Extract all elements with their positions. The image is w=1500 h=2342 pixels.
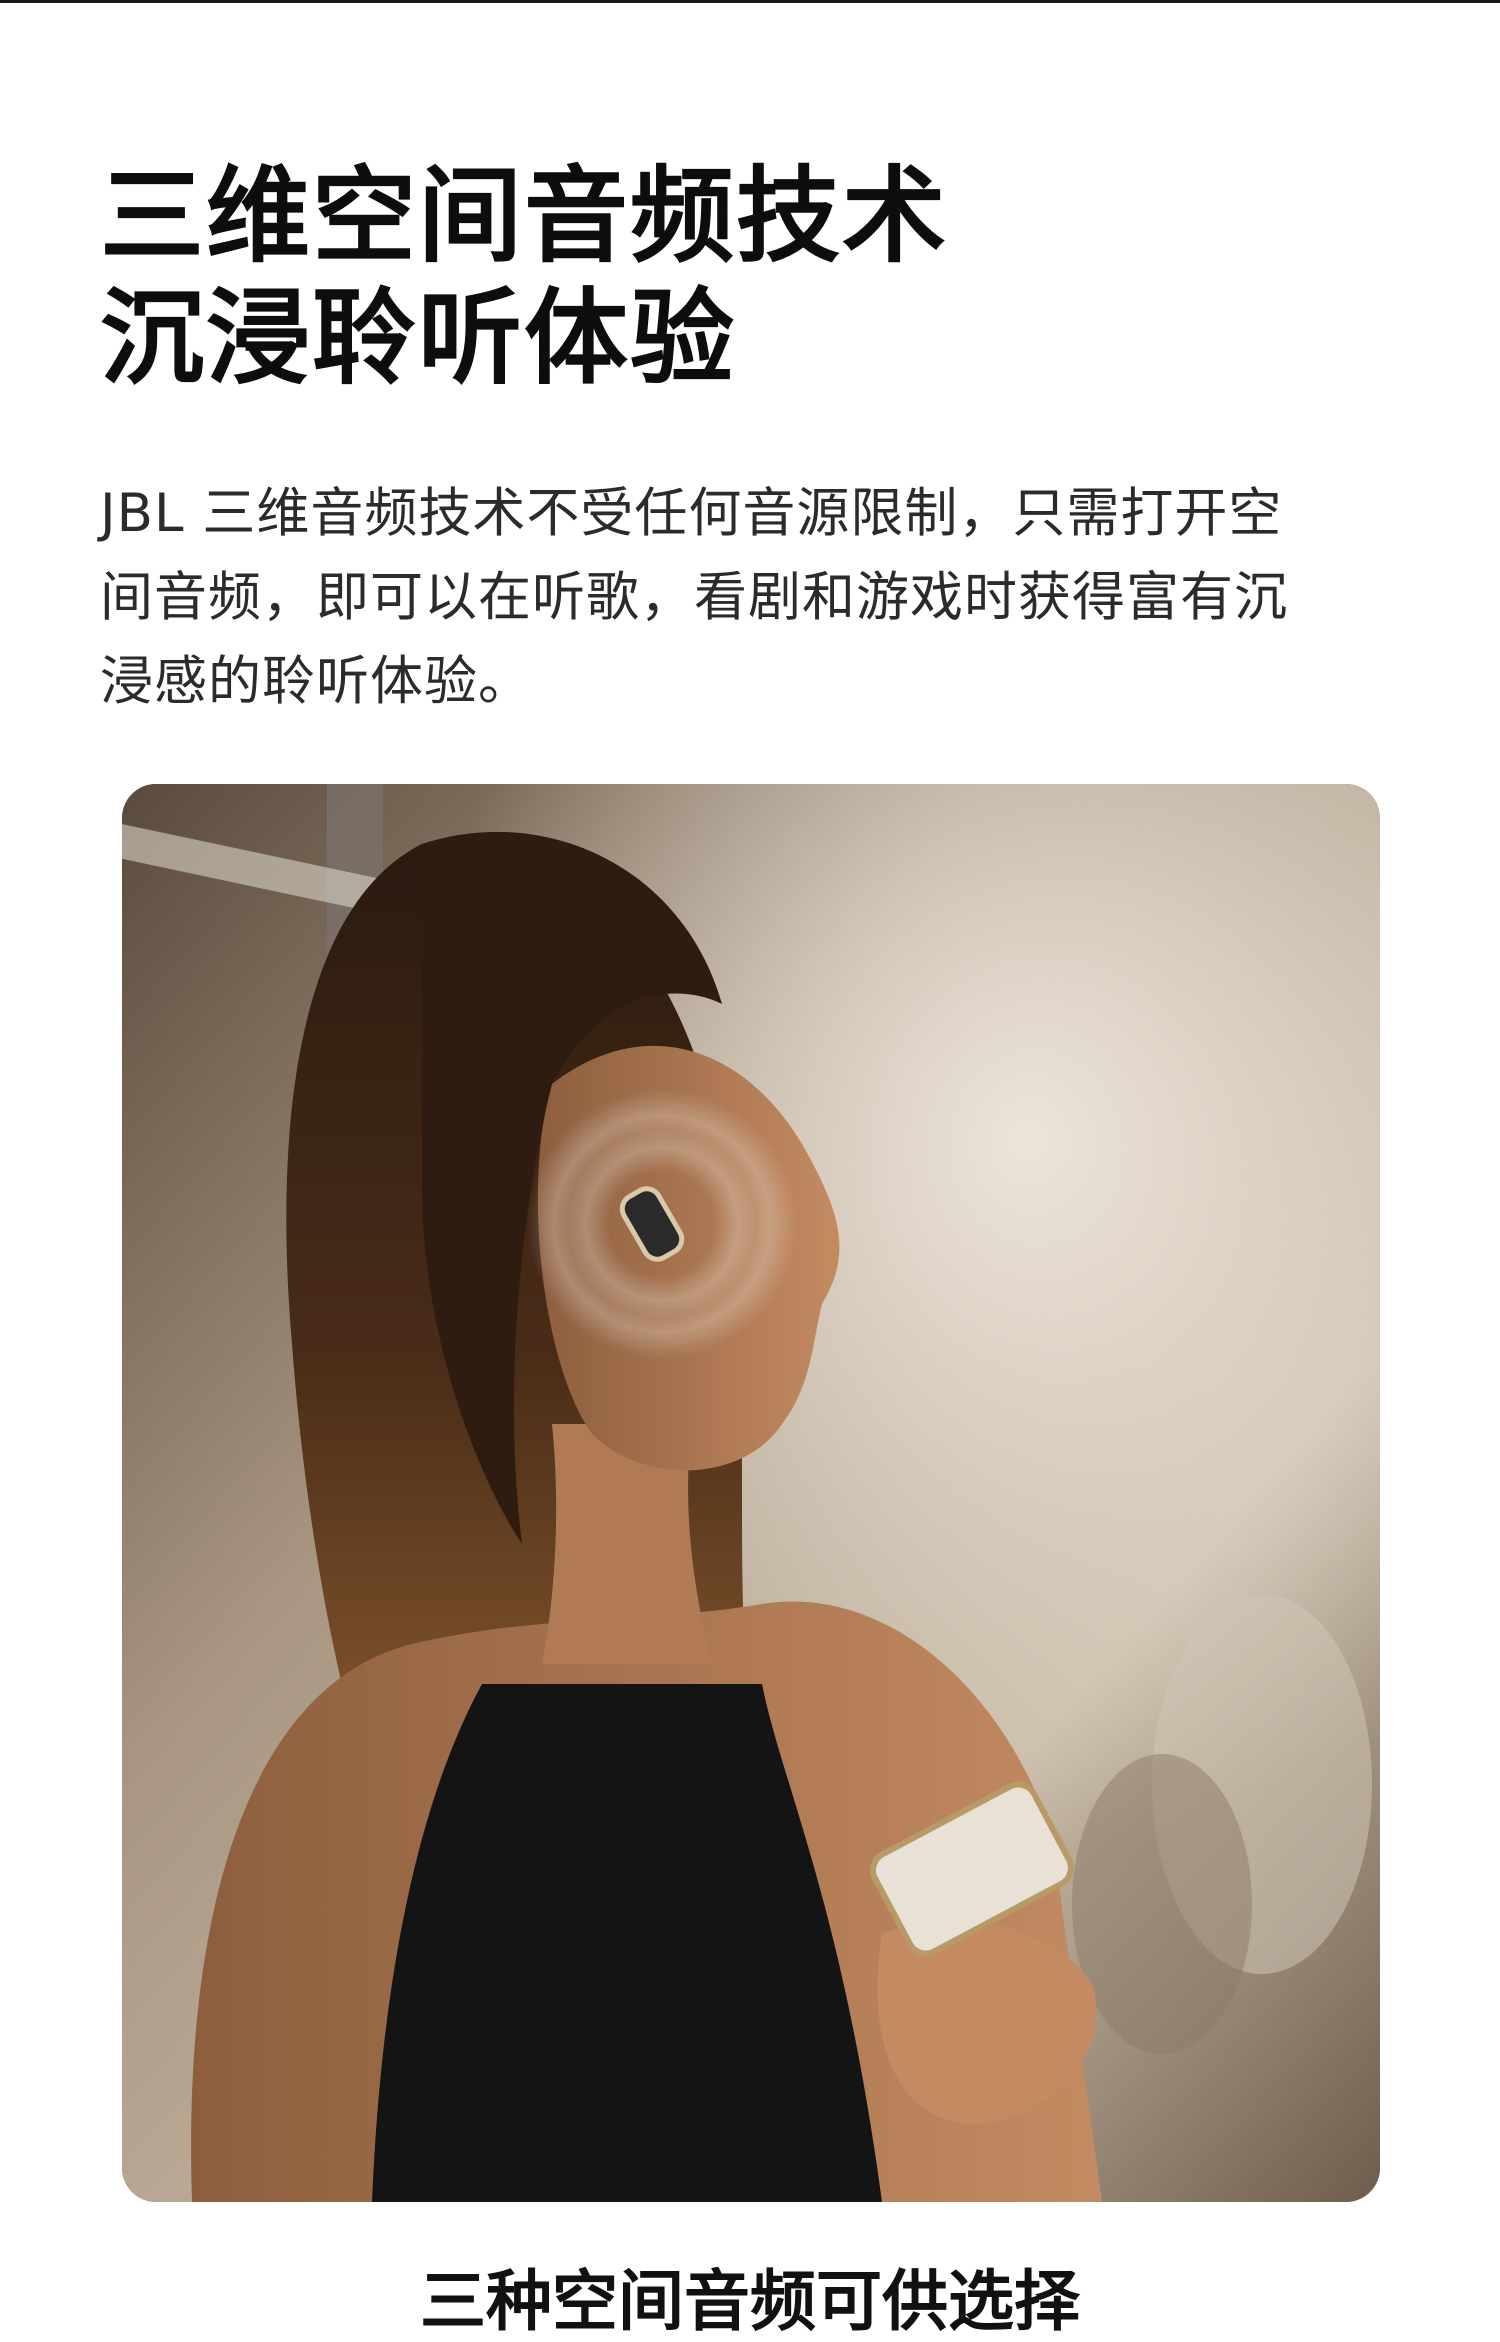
headline-line-2: 沉浸聆听体验 xyxy=(100,277,737,399)
next-section-title: 三种空间音频可供选择 xyxy=(420,2263,1080,2340)
description-line-1: JBL 三维音频技术不受任何音源限制，只需打开空 xyxy=(100,483,1283,544)
photo-illustration xyxy=(122,784,1380,2202)
top-divider xyxy=(0,0,1500,3)
feature-description: JBL 三维音频技术不受任何音源限制，只需打开空 间音频，即可以在听歌，看剧和游… xyxy=(100,472,1410,724)
description-line-3: 浸感的聆听体验。 xyxy=(100,651,532,712)
feature-headline: 三维空间音频技术 沉浸聆听体验 xyxy=(100,155,1400,399)
description-line-2: 间音频，即可以在听歌，看剧和游戏时获得富有沉 xyxy=(100,567,1288,628)
headline-line-1: 三维空间音频技术 xyxy=(100,155,949,277)
lifestyle-photo xyxy=(122,784,1380,2202)
